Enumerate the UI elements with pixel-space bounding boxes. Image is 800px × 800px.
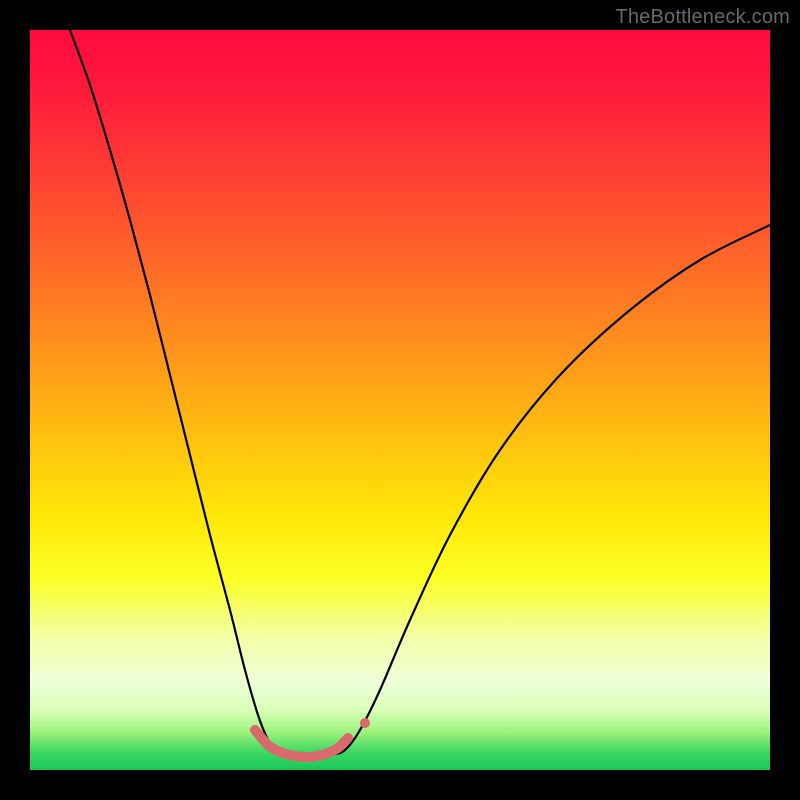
trough-end-dot <box>360 718 370 728</box>
plot-area <box>30 30 770 770</box>
trough-highlight <box>255 730 348 757</box>
curve-svg <box>30 30 770 770</box>
watermark-text: TheBottleneck.com <box>615 6 790 29</box>
bottleneck-curve <box>70 30 770 757</box>
chart-stage: TheBottleneck.com <box>0 0 800 800</box>
